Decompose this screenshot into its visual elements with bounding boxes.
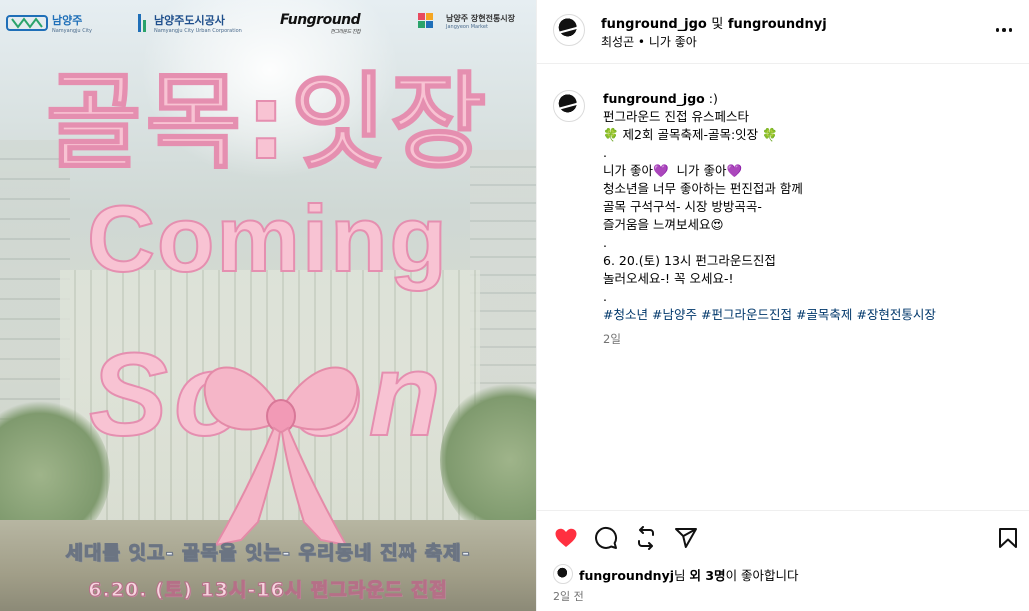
caption-emoticon: :)	[708, 91, 718, 106]
namyangju-logo: 남양주 Namyangju City	[6, 12, 92, 34]
likes-text: fungroundnyj님 외 3명이 좋아합니다	[579, 565, 799, 584]
post-side-panel: funground_jgo 및 fungroundnyj 최성곤 • 니가 좋아…	[536, 0, 1029, 611]
funground-logo: Funground 펀그라운드 진접	[280, 12, 361, 35]
like-button[interactable]	[553, 525, 579, 551]
urban-corp-logo-icon	[138, 14, 146, 32]
caption-line: 청소년을 너무 좋아하는 펀진접과 함께	[603, 181, 803, 196]
hashtag[interactable]: #장현전통시장	[856, 307, 935, 322]
author-avatar[interactable]	[553, 14, 585, 46]
post-timestamp[interactable]: 2일 전	[553, 588, 584, 604]
action-bar	[537, 510, 1029, 560]
liker-username[interactable]: fungroundnyj	[579, 568, 674, 583]
poster-tagline: 세대를 잇고- 골목을 잇는- 우리동네 진짜 축제-	[65, 542, 471, 565]
caption-line: .	[603, 235, 607, 250]
caption-text: funground_jgo:) 펀그라운드 진접 유스페스타 🍀 제2회 골목축…	[603, 90, 1003, 348]
likes-others-link[interactable]: 외 3명	[690, 568, 726, 583]
caption-line: 놀러오세요-! 꼭 오세요-!	[603, 271, 734, 286]
comment-button[interactable]	[593, 525, 619, 551]
save-button[interactable]	[995, 525, 1021, 551]
hashtag[interactable]: #남양주	[652, 307, 697, 322]
more-icon-dot	[1002, 28, 1006, 32]
pink-ribbon-bow	[203, 366, 359, 547]
post-header: funground_jgo 및 fungroundnyj 최성곤 • 니가 좋아	[537, 0, 1029, 64]
poster-title-coming: Coming	[86, 185, 449, 292]
caption-line-0: funground_jgo:)	[603, 90, 1003, 108]
urban-corp-logo: 남양주도시공사 Namyangju City Urban Corporation	[136, 12, 242, 34]
market-logo-icon	[418, 13, 433, 28]
market-logo: 남양주 장현전통시장 Jangyeon Market	[418, 12, 515, 30]
poster-date-line: 6.20. (토) 13시-16시 펀그라운드 진접	[88, 579, 448, 602]
caption-line: 즐거움을 느껴보세요😍	[603, 217, 724, 232]
authors-conjunction: 및	[711, 17, 724, 32]
likes-text-part: 이 좋아합니다	[725, 567, 799, 583]
more-options-button[interactable]	[992, 18, 1016, 42]
caption-username[interactable]: funground_jgo	[603, 91, 705, 106]
likes-summary: fungroundnyj님 외 3명이 좋아합니다	[553, 564, 799, 584]
post-image[interactable]: 남양주 Namyangju City 남양주도시공사 Namyangju Cit…	[0, 0, 536, 611]
author-username-2[interactable]: fungroundnyj	[728, 17, 827, 32]
more-icon	[995, 28, 1000, 32]
repost-button[interactable]	[633, 525, 659, 551]
caption-line: .	[603, 289, 607, 304]
collab-authors: funground_jgo 및 fungroundnyj	[601, 13, 827, 32]
likes-text-part: 님	[674, 567, 690, 583]
more-icon-dot	[1008, 28, 1013, 32]
send-button[interactable]	[673, 525, 699, 551]
caption-line: 🍀 제2회 골목축제-골목:잇장 🍀	[603, 127, 778, 142]
heart-icon	[555, 528, 577, 547]
caption-line: 니가 좋아💜 니가 좋아💜	[603, 163, 743, 178]
caption-line: 6. 20.(토) 13시 펀그라운드진접	[603, 253, 776, 268]
send-icon	[675, 528, 697, 548]
caption-timestamp[interactable]: 2일	[603, 330, 1003, 348]
audio-info[interactable]: 최성곤 • 니가 좋아	[601, 33, 697, 50]
poster-title-korean: 골목:잇장	[45, 61, 491, 183]
hashtag[interactable]: #펀그라운드진접	[701, 307, 792, 322]
caption-hashtags: #청소년 #남양주 #펀그라운드진접 #골목축제 #장현전통시장	[603, 306, 1003, 324]
namyangju-logo-icon	[6, 15, 48, 31]
avatar-image	[556, 567, 570, 581]
instagram-post-view: 남양주 Namyangju City 남양주도시공사 Namyangju Cit…	[0, 0, 1029, 611]
comment-icon	[595, 526, 618, 549]
caption-line: 펀그라운드 진접 유스페스타	[603, 109, 749, 124]
hashtag[interactable]: #골목축제	[796, 307, 852, 322]
post-caption: funground_jgo:) 펀그라운드 진접 유스페스타 🍀 제2회 골목축…	[537, 80, 1029, 500]
caption-avatar[interactable]	[553, 90, 585, 122]
liker-avatar[interactable]	[553, 564, 573, 584]
share-icon	[638, 526, 654, 550]
caption-line: .	[603, 145, 607, 160]
poster-logo-bar: 남양주 Namyangju City 남양주도시공사 Namyangju Cit…	[0, 6, 536, 40]
caption-line: 골목 구석구석- 시장 방방곡곡-	[603, 199, 762, 214]
author-username-1[interactable]: funground_jgo	[601, 17, 707, 32]
hashtag[interactable]: #청소년	[603, 307, 648, 322]
bookmark-icon	[999, 528, 1017, 548]
